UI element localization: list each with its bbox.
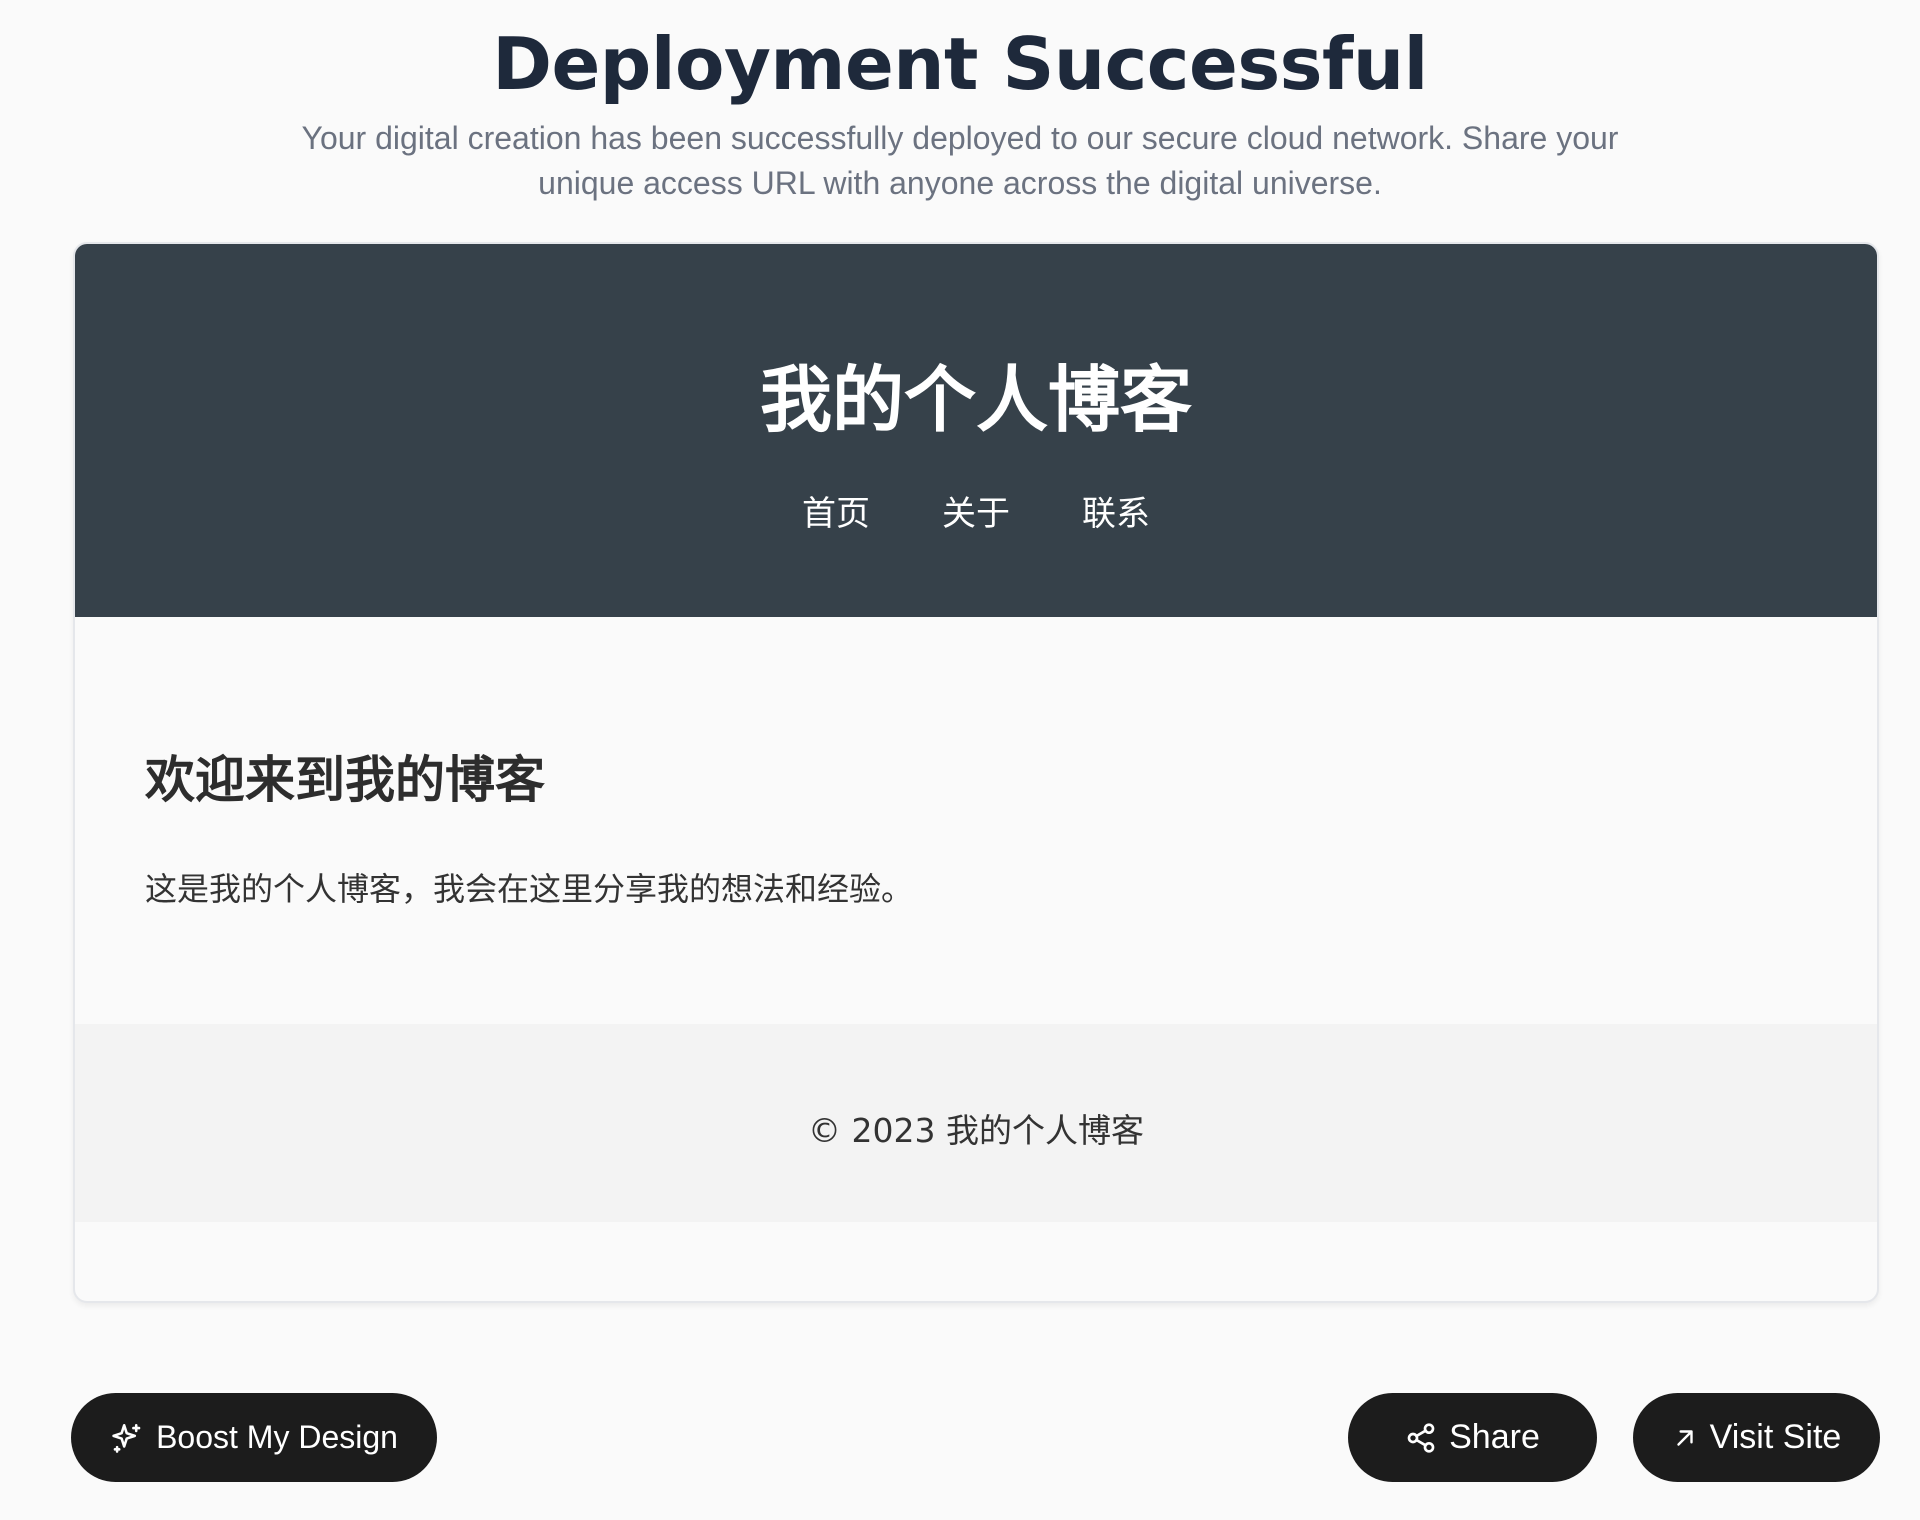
share-button[interactable]: Share	[1348, 1393, 1597, 1482]
boost-my-design-label: Boost My Design	[156, 1419, 398, 1455]
blog-header: 我的个人博客 首页 关于 联系	[75, 244, 1877, 617]
welcome-text: 这是我的个人博客，我会在这里分享我的想法和经验。	[145, 870, 914, 908]
visit-site-button[interactable]: Visit Site	[1633, 1393, 1880, 1482]
page-subtitle: Your digital creation has been successfu…	[301, 120, 1619, 201]
welcome-heading: 欢迎来到我的博客	[145, 751, 545, 809]
nav-link-home[interactable]: 首页	[802, 486, 870, 535]
share-icon	[1405, 1422, 1437, 1454]
site-preview-card: 我的个人博客 首页 关于 联系 欢迎来到我的博客 这是我的个人博客，我会在这里分…	[73, 242, 1879, 1303]
visit-site-label: Visit Site	[1709, 1418, 1842, 1456]
nav-link-contact[interactable]: 联系	[1082, 486, 1150, 535]
page-title: Deployment Successful	[492, 22, 1428, 106]
footer-copyright: © 2023 我的个人博客	[808, 1111, 1144, 1150]
share-label: Share	[1449, 1418, 1540, 1456]
blog-title: 我的个人博客	[759, 358, 1192, 442]
boost-my-design-button[interactable]: Boost My Design	[71, 1393, 437, 1482]
arrow-up-right-icon	[1672, 1425, 1698, 1451]
nav-link-about[interactable]: 关于	[942, 486, 1010, 535]
sparkles-icon	[110, 1421, 144, 1455]
blog-nav: 首页 关于 联系	[75, 486, 1877, 535]
blog-footer: © 2023 我的个人博客	[75, 1024, 1877, 1222]
deployment-page: Deployment Successful Your digital creat…	[0, 0, 1920, 1520]
